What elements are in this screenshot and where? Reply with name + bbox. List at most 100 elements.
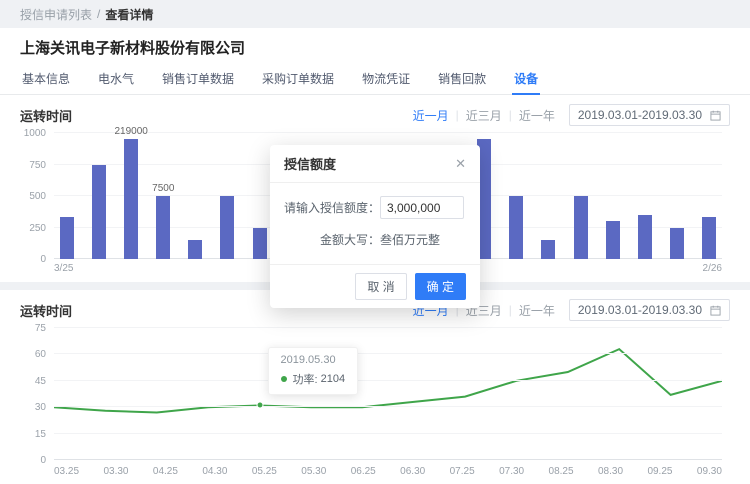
- bar-value-label: 219000: [115, 126, 148, 137]
- y-tick-label: 60: [35, 349, 54, 360]
- x-axis-label: 2/26: [703, 263, 722, 274]
- gridline: 45: [54, 380, 722, 381]
- calendar-icon: [710, 110, 721, 121]
- tab-sales-payments[interactable]: 销售回款: [424, 63, 500, 94]
- x-axis-label: 07.25: [450, 466, 475, 477]
- y-tick-label: 250: [29, 223, 54, 234]
- range-separator: |: [456, 108, 459, 122]
- range-separator: |: [509, 108, 512, 122]
- credit-limit-modal: 授信额度 ✕ 请输入授信额度： 金额大写： 叁佰万元整 取 消 确 定: [270, 145, 480, 308]
- x-axis-label: 03.30: [103, 466, 128, 477]
- cancel-button[interactable]: 取 消: [355, 273, 406, 300]
- x-axis-label: 09.30: [697, 466, 722, 477]
- bar[interactable]: [188, 240, 202, 259]
- x-axis-label: 08.30: [598, 466, 623, 477]
- credit-amount-label: 请输入授信额度：: [284, 199, 380, 216]
- x-axis-label: 04.30: [202, 466, 227, 477]
- y-tick-label: 1000: [24, 128, 54, 139]
- chart-controls: 近一月 | 近三月 | 近一年 2019.03.01-2019.03.30: [413, 104, 730, 126]
- modal-footer: 取 消 确 定: [270, 264, 480, 308]
- tab-sales-orders[interactable]: 销售订单数据: [148, 63, 248, 94]
- section-header: 运转时间 近一月 | 近三月 | 近一年 2019.03.01-2019.03.30: [20, 103, 730, 127]
- bar[interactable]: [92, 165, 106, 260]
- page-title: 上海关讯电子新材料股份有限公司: [0, 28, 750, 63]
- x-axis-label: 04.25: [153, 466, 178, 477]
- section-title: 运转时间: [20, 106, 72, 125]
- tooltip-date: 2019.05.30: [281, 354, 346, 366]
- range-option[interactable]: 近一年: [519, 302, 555, 319]
- x-axis-label: 03.25: [54, 466, 79, 477]
- gridline: 60: [54, 353, 722, 354]
- calendar-icon: [710, 305, 721, 316]
- y-tick-label: 0: [40, 455, 54, 466]
- line-series: [54, 328, 722, 460]
- x-axis-label: 05.30: [301, 466, 326, 477]
- bar[interactable]: [253, 228, 267, 260]
- tab-utilities[interactable]: 电水气: [84, 63, 148, 94]
- y-tick-label: 75: [35, 323, 54, 334]
- bar[interactable]: [670, 228, 684, 260]
- bar[interactable]: [606, 221, 620, 259]
- y-tick-label: 500: [29, 191, 54, 202]
- date-range-picker[interactable]: 2019.03.01-2019.03.30: [569, 104, 730, 126]
- close-icon[interactable]: ✕: [455, 157, 466, 170]
- x-axis-label: 05.25: [252, 466, 277, 477]
- tab-equipment[interactable]: 设备: [500, 63, 552, 94]
- credit-amount-input[interactable]: [380, 196, 464, 219]
- breadcrumb-current: 查看详情: [105, 6, 153, 23]
- range-option[interactable]: 近一月: [413, 107, 449, 124]
- date-range-value: 2019.03.01-2019.03.30: [578, 303, 702, 317]
- bar[interactable]: [541, 240, 555, 259]
- series-dot-icon: [281, 376, 287, 382]
- bar[interactable]: [220, 196, 234, 259]
- tab-purchase-orders[interactable]: 采购订单数据: [248, 63, 348, 94]
- y-tick-label: 30: [35, 402, 54, 413]
- x-axis-label: 08.25: [549, 466, 574, 477]
- modal-header: 授信额度 ✕: [270, 145, 480, 183]
- y-tick-label: 750: [29, 160, 54, 171]
- bar[interactable]: 7500: [156, 196, 170, 259]
- modal-body: 请输入授信额度： 金额大写： 叁佰万元整: [270, 183, 480, 264]
- tooltip-series-label: 功率:: [293, 371, 318, 387]
- bar-value-label: 7500: [152, 183, 174, 194]
- tooltip-series-row: 功率: 2104: [281, 371, 346, 387]
- chart-tooltip: 2019.05.30 功率: 2104: [268, 347, 359, 395]
- breadcrumb-parent-link[interactable]: 授信申请列表: [20, 6, 92, 23]
- credit-amount-row: 请输入授信额度：: [284, 196, 466, 219]
- gridline: 15: [54, 433, 722, 434]
- section-operating-time-line: 运转时间 近一月|近三月|近一年 2019.03.01-2019.03.30 2…: [0, 290, 750, 477]
- range-option[interactable]: 近三月: [466, 107, 502, 124]
- range-separator: |: [509, 303, 512, 317]
- bar[interactable]: [574, 196, 588, 259]
- line-chart-plot: 2019.05.30 功率: 2104 01530456075: [54, 328, 722, 460]
- modal-title: 授信额度: [284, 154, 336, 173]
- tab-basic-info[interactable]: 基本信息: [8, 63, 84, 94]
- y-tick-label: 45: [35, 376, 54, 387]
- gridline: 30: [54, 406, 722, 407]
- breadcrumb-separator: /: [97, 7, 100, 21]
- bar[interactable]: [638, 215, 652, 259]
- x-axis-label: 06.25: [351, 466, 376, 477]
- section-title: 运转时间: [20, 301, 72, 320]
- line-x-labels: 03.2503.3004.2504.3005.2505.3006.2506.30…: [54, 466, 722, 477]
- gridline: 75: [54, 327, 722, 328]
- x-axis-label: 07.30: [499, 466, 524, 477]
- x-axis-label: 3/25: [54, 263, 73, 274]
- amount-in-words-value: 叁佰万元整: [380, 231, 440, 248]
- bar[interactable]: [702, 217, 716, 259]
- tab-logistics-vouchers[interactable]: 物流凭证: [348, 63, 424, 94]
- breadcrumb: 授信申请列表 / 查看详情: [0, 0, 750, 28]
- bar[interactable]: 219000: [124, 139, 138, 259]
- range-option[interactable]: 近一年: [519, 107, 555, 124]
- range-selector: 近一月 | 近三月 | 近一年: [413, 107, 555, 124]
- confirm-button[interactable]: 确 定: [415, 273, 466, 300]
- y-tick-label: 0: [40, 254, 54, 265]
- bar[interactable]: [60, 217, 74, 259]
- bar[interactable]: [509, 196, 523, 259]
- x-axis-label: 09.25: [647, 466, 672, 477]
- tooltip-series-value: 2104: [321, 373, 345, 385]
- tabs: 基本信息电水气销售订单数据采购订单数据物流凭证销售回款设备: [0, 63, 750, 95]
- date-range-picker[interactable]: 2019.03.01-2019.03.30: [569, 299, 730, 321]
- amount-in-words-row: 金额大写： 叁佰万元整: [284, 231, 466, 248]
- line-marker-dot: [256, 402, 263, 409]
